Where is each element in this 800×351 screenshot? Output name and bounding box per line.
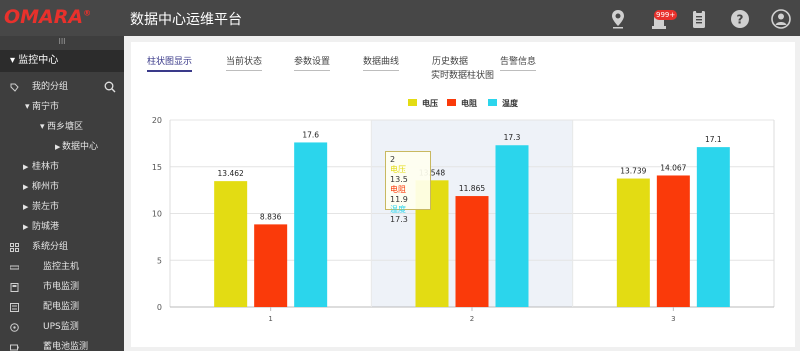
tree-node-label: 防城港	[32, 222, 60, 232]
bar-value-label: 14.067	[660, 163, 686, 172]
user-avatar-icon[interactable]	[770, 8, 792, 30]
sidebar-item-label: 蓄电池监测	[43, 342, 89, 351]
my-group-label: 我的分组	[32, 82, 69, 92]
bar-value-label: 11.865	[459, 184, 485, 193]
tooltip-value: 13.5	[390, 175, 408, 184]
system-group-label: 系统分组	[32, 242, 69, 252]
bar-value-label: 17.3	[504, 133, 521, 142]
x-tick-label: 2	[470, 315, 474, 323]
tree-node-label: 崇左市	[32, 202, 60, 212]
clipboard-icon[interactable]	[688, 8, 710, 30]
collapsed-caret-icon: ▶	[23, 183, 29, 191]
svg-text:?: ?	[737, 13, 744, 27]
collapsed-caret-icon: ▶	[23, 163, 29, 171]
sidebar-item-host[interactable]: 监控主机	[0, 257, 124, 277]
collapsed-caret-icon: ▶	[55, 143, 61, 151]
tree-node-xixiangtang[interactable]: ▾ 西乡塘区	[0, 117, 124, 137]
grid-icon	[10, 243, 19, 252]
tooltip-row-resistance: 电阻 11.9	[390, 185, 426, 205]
top-bar: OMARA® 数据中心运维平台 999+ ?	[0, 0, 800, 36]
tooltip-value: 11.9	[390, 195, 408, 204]
app-title: 数据中心运维平台	[130, 12, 242, 28]
tree-node-nanning[interactable]: ▾ 南宁市	[0, 97, 124, 117]
tree-node-label: 桂林市	[32, 162, 60, 172]
host-icon	[10, 265, 19, 270]
bar-value-label: 8.836	[260, 212, 282, 221]
bar-temperature	[294, 142, 328, 307]
tree-node-guilin[interactable]: ▶ 桂林市	[0, 157, 124, 177]
collapsed-caret-icon: ▶	[23, 203, 29, 211]
tooltip-series-name: 电阻	[390, 185, 406, 194]
sidebar-item-label: 市电监测	[43, 282, 80, 292]
tree-node-fangchenggang[interactable]: ▶ 防城港	[0, 217, 124, 237]
collapsed-caret-icon: ▶	[23, 223, 29, 231]
search-icon[interactable]	[104, 81, 116, 93]
sidebar-item-ups[interactable]: UPS监测	[0, 317, 124, 337]
bar-voltage	[616, 178, 650, 307]
logo-text: OMARA	[4, 6, 84, 28]
bar-temperature	[696, 147, 730, 307]
help-icon[interactable]: ?	[729, 8, 751, 30]
chart-tooltip: 2 电压 13.5 电阻 11.9 温度 17.3	[385, 151, 431, 224]
distribution-box-icon	[10, 303, 19, 312]
brand-logo[interactable]: OMARA®	[4, 6, 91, 28]
sidebar-item-label: 配电监测	[43, 302, 80, 312]
tooltip-series-name: 电压	[390, 165, 406, 174]
meter-icon	[10, 283, 19, 292]
x-tick-label: 1	[268, 315, 272, 323]
bar-temperature	[495, 145, 529, 307]
y-tick-label: 20	[152, 116, 162, 125]
sidebar-item-label: UPS监测	[43, 322, 79, 332]
bar-voltage	[214, 181, 248, 307]
sidebar-item-label: 监控主机	[43, 262, 80, 272]
expand-caret-icon: ▾	[25, 102, 30, 112]
alarm-count-badge: 999+	[654, 10, 678, 20]
tooltip-title: 2	[390, 155, 396, 164]
bar-value-label: 13.739	[620, 167, 646, 176]
y-tick-label: 10	[152, 210, 162, 219]
main-panel: 柱状图显示 当前状态 参数设置 数据曲线 历史数据 告警信息 实时数据柱状图 电…	[131, 42, 795, 347]
bar-chart[interactable]: 051015201 2 313.462 13.548 13.7398.83611.865…	[131, 42, 795, 347]
expand-caret-icon: ▾	[40, 122, 45, 132]
battery-icon	[10, 344, 19, 351]
tree-node-label: 数据中心	[62, 142, 99, 152]
logo-registered-mark: ®	[83, 8, 92, 18]
x-tick-label: 3	[671, 315, 675, 323]
tree-node-data-center[interactable]: ▶ 数据中心	[0, 137, 124, 157]
bar-resistance	[656, 175, 690, 307]
my-group-row[interactable]: 我的分组	[0, 77, 124, 97]
tree-node-liuzhou[interactable]: ▶ 柳州市	[0, 177, 124, 197]
location-pin-icon[interactable]	[607, 8, 629, 30]
bar-value-label: 17.6	[302, 130, 319, 139]
sidebar-collapse-grip[interactable]: III	[0, 36, 124, 50]
tree-node-label: 柳州市	[32, 182, 60, 192]
sidebar-item-distribution[interactable]: 配电监测	[0, 297, 124, 317]
bar-resistance	[455, 196, 489, 307]
sidebar-item-mains[interactable]: 市电监测	[0, 277, 124, 297]
bar-value-label: 17.1	[705, 135, 722, 144]
sidebar-section-monitor-center[interactable]: ▾ 监控中心	[0, 50, 124, 72]
tree-node-label: 南宁市	[32, 102, 60, 112]
tooltip-series-name: 温度	[390, 205, 406, 214]
bar-value-label: 13.462	[218, 169, 244, 178]
section-label: 监控中心	[18, 55, 59, 66]
tree-node-label: 西乡塘区	[47, 122, 84, 132]
system-group-row[interactable]: 系统分组	[0, 237, 124, 257]
tooltip-row-voltage: 电压 13.5	[390, 165, 426, 185]
group-tag-icon	[10, 83, 19, 92]
sidebar-item-battery[interactable]: 蓄电池监测	[0, 337, 124, 351]
y-tick-label: 15	[152, 163, 162, 172]
y-tick-label: 0	[157, 303, 162, 312]
y-tick-label: 5	[157, 256, 162, 265]
tooltip-row-temperature: 温度 17.3	[390, 205, 426, 225]
tooltip-value: 17.3	[390, 215, 408, 224]
ups-icon	[10, 323, 19, 332]
bar-resistance	[254, 224, 288, 307]
tree-node-chongzuo[interactable]: ▶ 崇左市	[0, 197, 124, 217]
sidebar: III ▾ 监控中心 我的分组 ▾ 南宁市 ▾ 西乡塘区 ▶ 数据中心 ▶ 桂林…	[0, 36, 124, 351]
